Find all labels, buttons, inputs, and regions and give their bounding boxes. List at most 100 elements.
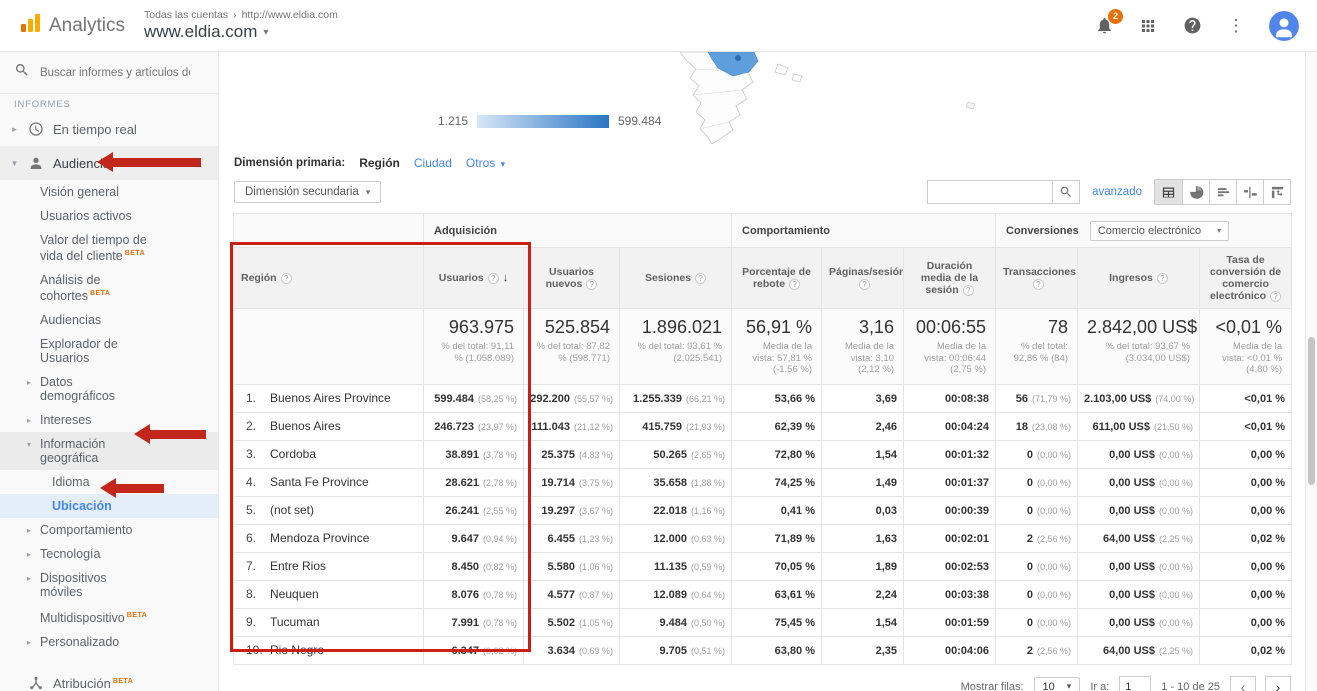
metric-cell: 00:00:39 [904,496,996,524]
dimension-otros[interactable]: Otros ▾ [466,156,505,170]
geo-map[interactable]: 1.215 599.484 [220,52,1305,148]
more-menu-button[interactable]: ⋮ [1225,15,1247,37]
next-page-button[interactable]: › [1265,676,1291,691]
column-header-usuarios[interactable]: Usuarios?↓ [424,248,524,309]
metric-cell: 3.634(0,69 %) [524,636,620,664]
ecommerce-selector[interactable]: Comercio electrónico ▾ [1090,221,1229,241]
beta-badge: BETA [90,290,111,297]
breadcrumb-root[interactable]: Todas las cuentas [144,9,228,21]
help-button[interactable] [1181,15,1203,37]
region-link[interactable]: Buenos Aires Province [270,391,391,405]
sidebar-item-atribucion[interactable]: AtribuciónBETA [0,666,218,691]
primary-dimension-row: Dimensión primaria: Región Ciudad Otros … [220,148,1305,172]
sidebar-item-informacion-geografica[interactable]: ▾Información geográfica [0,432,218,470]
sidebar-item-analisis-de-cohortes[interactable]: Análisis de cohortesBETA [0,268,218,308]
summary-metric-cell: 1.896.021% del total: 93,61 % (2.025.541… [620,309,732,385]
summary-value: 963.975 [433,317,514,338]
dimension-ciudad[interactable]: Ciudad [414,156,452,170]
region-link[interactable]: Tucuman [270,615,320,629]
sidebar-item-en-tiempo-real[interactable]: ▸ En tiempo real [0,112,218,146]
region-link[interactable]: (not set) [270,503,314,517]
row-rank: 10. [246,643,270,657]
metric-cell: 22.018(1,16 %) [620,496,732,524]
comparison-icon [1243,185,1258,200]
analytics-logo[interactable]: Analytics [0,11,130,40]
sidebar-item-explorador-de-usuarios[interactable]: Explorador de Usuarios [0,332,218,370]
view-pivot-button[interactable] [1263,180,1290,204]
sidebar-item-usuarios-activos[interactable]: Usuarios activos [0,204,218,228]
sidebar-item-tecnologia[interactable]: ▸Tecnología [0,542,218,566]
table-search-input[interactable] [927,180,1053,204]
table-search-button[interactable] [1053,180,1080,204]
view-percentage-button[interactable] [1182,180,1209,204]
metric-cell: 611,00 US$(21,50 %) [1078,412,1200,440]
advanced-link[interactable]: avanzado [1092,186,1142,198]
sidebar-item-intereses[interactable]: ▸Intereses [0,408,218,432]
avatar[interactable] [1269,11,1299,41]
sidebar-item-vision-general[interactable]: Visión general [0,180,218,204]
region-cell: 7.Entre Rios [234,552,424,580]
breadcrumb-current[interactable]: http://www.eldia.com [242,9,338,21]
sidebar-item-label: Datos demográficos [40,375,148,403]
column-header-ingresos[interactable]: Ingresos? [1078,248,1200,309]
account-selector[interactable]: www.eldia.com ▾ [144,22,338,42]
sidebar-item-multidispositivo[interactable]: MultidispositivoBETA [0,604,218,630]
sort-desc-icon[interactable]: ↓ [503,272,509,284]
metric-cell: 64,00 US$(2,25 %) [1078,524,1200,552]
view-performance-button[interactable] [1209,180,1236,204]
row-rank: 6. [246,531,270,545]
metric-cell: 0,00 US$(0,00 %) [1078,468,1200,496]
sidebar-item-dispositivos-moviles[interactable]: ▸Dispositivos móviles [0,566,218,604]
avatar-person-icon [1269,11,1299,41]
column-header-sesiones[interactable]: Sesiones? [620,248,732,309]
column-header-tasa-de-conversion-de-comercio-electronico[interactable]: Tasa de conversión de comercio electróni… [1200,248,1292,309]
region-link[interactable]: Rio Negro [270,643,324,657]
table-row: 10.Rio Negro6.347(0,62 %)3.634(0,69 %)9.… [234,636,1292,664]
metric-cell: 5.580(1,06 %) [524,552,620,580]
column-header-usuarios-nuevos[interactable]: Usuarios nuevos? [524,248,620,309]
dimension-region[interactable]: Región [359,156,400,170]
metric-cell: 8.076(0,78 %) [424,580,524,608]
region-link[interactable]: Buenos Aires [270,419,341,433]
search-input[interactable] [40,67,190,79]
column-header-paginas-sesion[interactable]: Páginas/sesión? [822,248,904,309]
region-link[interactable]: Santa Fe Province [270,475,369,489]
view-comparison-button[interactable] [1236,180,1263,204]
vertical-scrollbar[interactable] [1305,52,1317,691]
sidebar-item-ubicacion[interactable]: Ubicación [0,494,218,518]
column-header-porcentaje-de-rebote[interactable]: Porcentaje de rebote? [732,248,822,309]
metric-cell: 6.347(0,62 %) [424,636,524,664]
column-header-transacciones[interactable]: Transacciones? [996,248,1078,309]
region-link[interactable]: Neuquen [270,587,319,601]
prev-page-button[interactable]: ‹ [1230,676,1256,691]
analytics-logo-icon [18,11,42,40]
rows-per-page-select[interactable]: 10 ▾ [1034,677,1081,691]
metric-cell: 00:02:53 [904,552,996,580]
sidebar-item-audiencia[interactable]: ▾ Audiencia [0,146,218,180]
sidebar-item-idioma[interactable]: Idioma [0,470,218,494]
sidebar-item-personalizado[interactable]: ▸Personalizado [0,630,218,654]
region-link[interactable]: Entre Rios [270,559,326,573]
region-link[interactable]: Cordoba [270,447,316,461]
secondary-dimension-button[interactable]: Dimensión secundaria ▾ [234,181,381,203]
column-header-region[interactable]: Región? [234,248,424,309]
goto-page-input[interactable] [1119,676,1151,691]
notifications-button[interactable]: 2 [1093,15,1115,37]
sidebar-item-datos-demograficos[interactable]: ▸Datos demográficos [0,370,218,408]
table-row: 6.Mendoza Province9.647(0,94 %)6.455(1,2… [234,524,1292,552]
sidebar-item-label: Valor del tiempo de vida del clienteBETA [40,233,148,263]
metric-cell: 0,00 % [1200,440,1292,468]
sidebar-item-valor-del-tiempo-de-vida-del-cliente[interactable]: Valor del tiempo de vida del clienteBETA [0,228,218,268]
apps-grid-button[interactable] [1137,15,1159,37]
sidebar-item-audiencias[interactable]: Audiencias [0,308,218,332]
more-vert-icon: ⋮ [1228,16,1245,36]
scrollbar-thumb[interactable] [1308,337,1315,485]
metric-cell: 28.621(2,78 %) [424,468,524,496]
region-link[interactable]: Mendoza Province [270,531,369,545]
metric-cell: 1,54 [822,440,904,468]
table-toolbar: Dimensión secundaria ▾ avanzado [220,172,1305,213]
sidebar-item-comportamiento[interactable]: ▸Comportamiento [0,518,218,542]
sidebar-search[interactable] [0,52,218,94]
view-table-button[interactable] [1155,180,1182,204]
column-header-duracion-media-de-la-sesion[interactable]: Duración media de la sesión? [904,248,996,309]
